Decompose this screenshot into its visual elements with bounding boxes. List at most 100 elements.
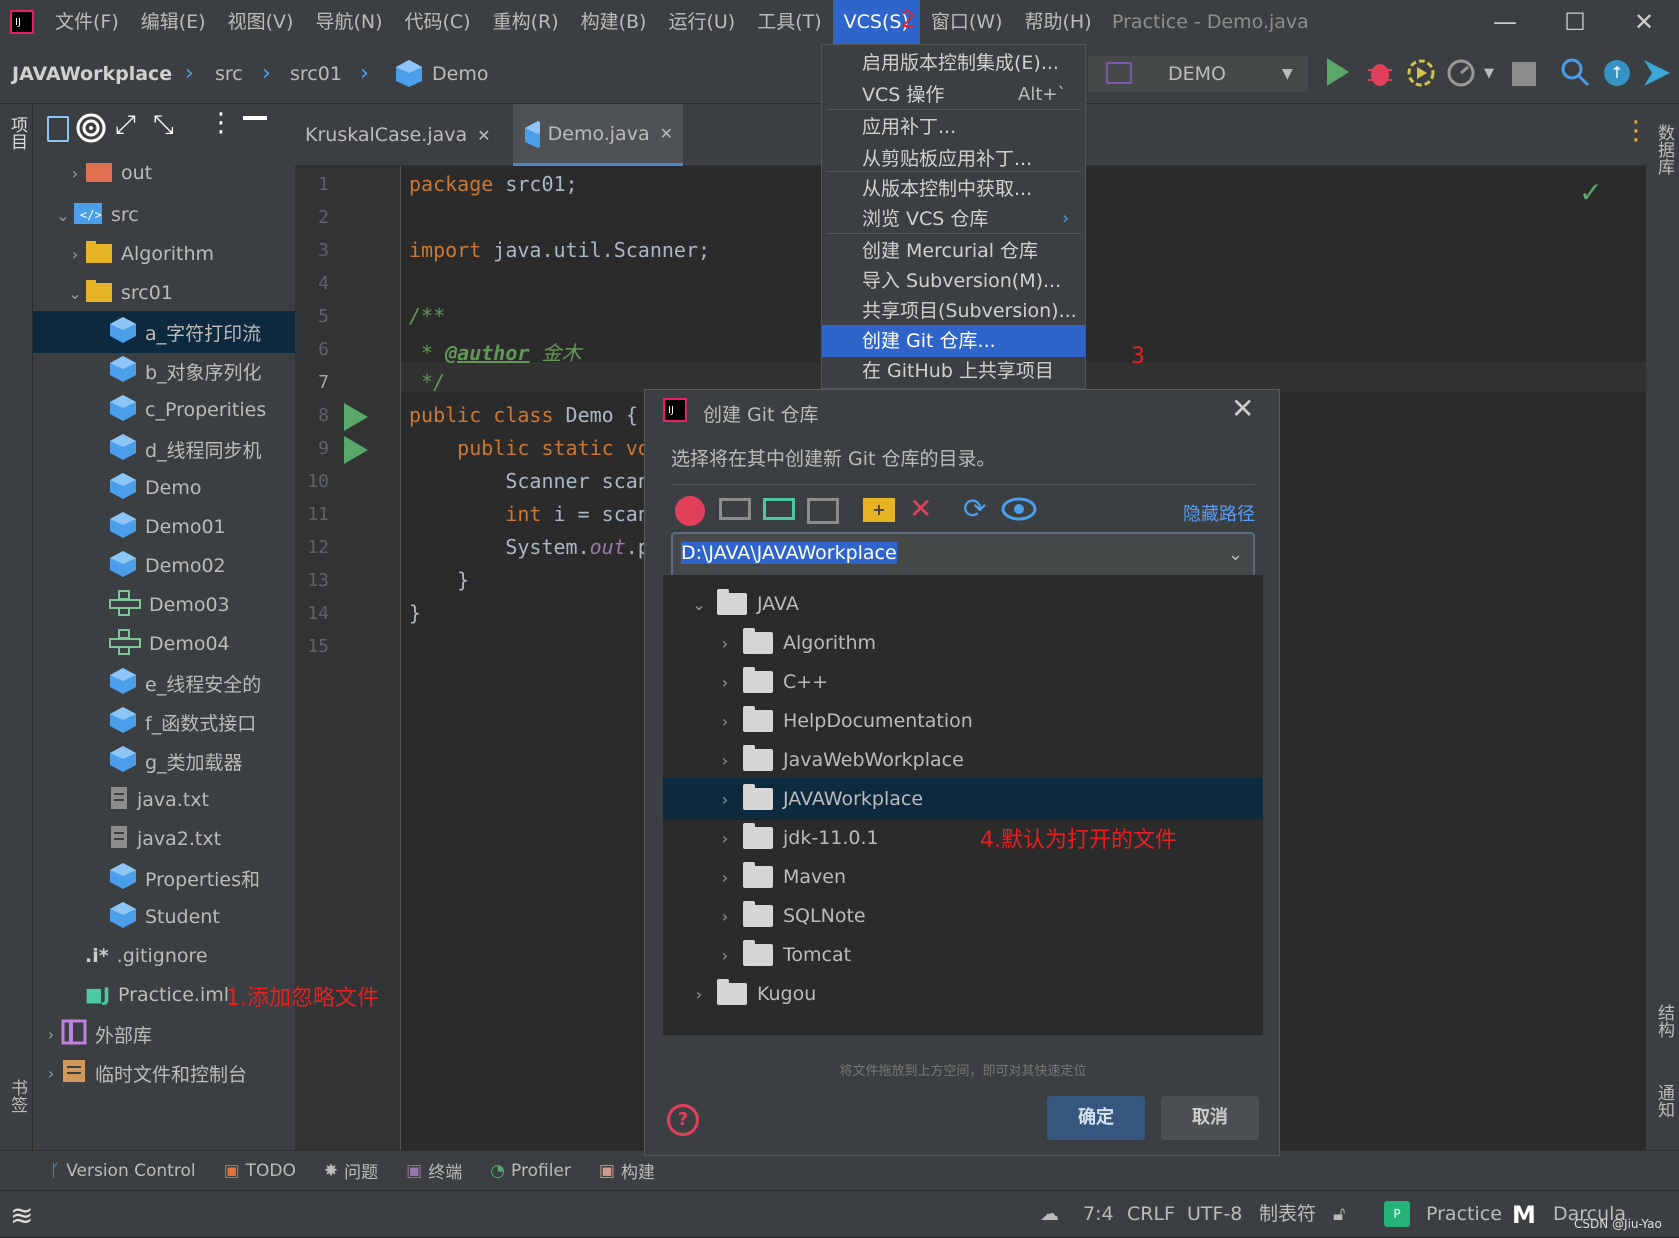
profiler-icon[interactable] bbox=[1446, 58, 1476, 92]
vcs-menu-item[interactable]: 在 GitHub 上共享项目 bbox=[822, 355, 1085, 387]
tree-item[interactable]: Demo04 bbox=[33, 623, 295, 665]
file-icon[interactable] bbox=[47, 116, 69, 142]
vcs-menu-item[interactable]: 创建 Mercurial 仓库 bbox=[822, 235, 1085, 267]
tree-item[interactable]: a_字符打印流 bbox=[33, 311, 295, 353]
breadcrumb-src01[interactable]: src01 bbox=[290, 44, 342, 104]
lock-icon[interactable]: 🔓︎ bbox=[1333, 1191, 1345, 1238]
tree-item[interactable]: › 外部库 bbox=[33, 1013, 295, 1055]
chevron-down-icon[interactable]: ⌄ bbox=[1228, 544, 1243, 565]
build-tab[interactable]: ▣ 构建 bbox=[599, 1158, 655, 1184]
tree-item[interactable]: ⌄ </> src bbox=[33, 194, 295, 236]
tree-item[interactable]: java.txt bbox=[33, 779, 295, 821]
tree-item[interactable]: e_线程安全的 bbox=[33, 662, 295, 704]
desktop-icon[interactable] bbox=[719, 498, 751, 520]
options-icon[interactable]: ⋮ bbox=[208, 108, 234, 138]
refresh-icon[interactable]: ⟳ bbox=[963, 492, 986, 525]
minimize-icon[interactable]: — bbox=[1470, 0, 1540, 44]
bookmarks-tool-tab[interactable]: 书签 bbox=[6, 1079, 27, 1113]
menu-file[interactable]: 文件(F) bbox=[44, 0, 130, 44]
expand-arrow-icon[interactable]: › bbox=[715, 673, 735, 692]
line-separator[interactable]: CRLF bbox=[1127, 1191, 1175, 1238]
project-dir-icon[interactable] bbox=[763, 498, 795, 520]
expand-arrow-icon[interactable]: › bbox=[65, 164, 85, 183]
hide-icon[interactable] bbox=[243, 116, 267, 120]
expand-arrow-icon[interactable]: › bbox=[689, 985, 709, 1004]
directory-tree[interactable]: ⌄ JAVA › Algorithm › C++ › HelpDocumentation › Ja… bbox=[663, 575, 1263, 1035]
expand-arrow-icon[interactable]: › bbox=[715, 907, 735, 926]
run-main-icon[interactable] bbox=[343, 435, 369, 469]
menu-tools[interactable]: 工具(T) bbox=[746, 0, 832, 44]
ok-button[interactable]: 确定 bbox=[1047, 1096, 1145, 1140]
tree-item[interactable]: Demo02 bbox=[33, 545, 295, 587]
tree-item[interactable]: c_Properities bbox=[33, 389, 295, 431]
tree-item[interactable]: Properties和 bbox=[33, 857, 295, 899]
tree-item[interactable]: d_线程同步机 bbox=[33, 428, 295, 470]
vcs-menu-item[interactable]: 从版本控制中获取... bbox=[822, 173, 1085, 205]
vcs-menu-item[interactable]: 应用补丁... bbox=[822, 111, 1085, 143]
vcs-menu-item[interactable]: 浏览 VCS 仓库 bbox=[822, 203, 1085, 235]
show-hidden-icon[interactable] bbox=[1001, 494, 1037, 528]
menu-code[interactable]: 代码(C) bbox=[393, 0, 481, 44]
dir-tree-item[interactable]: › SQLNote bbox=[663, 895, 1263, 937]
tree-item[interactable]: Student bbox=[33, 896, 295, 938]
menu-refactor[interactable]: 重构(R) bbox=[482, 0, 570, 44]
expand-arrow-icon[interactable]: › bbox=[65, 245, 85, 264]
tree-item[interactable]: b_对象序列化 bbox=[33, 350, 295, 392]
maximize-icon[interactable]: ☐ bbox=[1540, 0, 1610, 44]
vcs-menu-item[interactable]: 启用版本控制集成(E)... bbox=[822, 47, 1085, 79]
indent-setting[interactable]: 制表符 bbox=[1259, 1191, 1316, 1238]
cancel-button[interactable]: 取消 bbox=[1161, 1096, 1259, 1140]
tree-item[interactable]: › 临时文件和控制台 bbox=[33, 1052, 295, 1094]
expand-arrow-icon[interactable]: › bbox=[41, 1025, 61, 1044]
breadcrumb-demo[interactable]: Demo bbox=[432, 44, 488, 104]
menu-run[interactable]: 运行(U) bbox=[657, 0, 746, 44]
close-dialog-icon[interactable]: ✕ bbox=[1231, 392, 1254, 425]
collapse-icon[interactable]: ⤡ bbox=[153, 110, 174, 141]
hide-path-link[interactable]: 隐藏路径 bbox=[1183, 500, 1255, 526]
breadcrumb-project[interactable]: JAVAWorkplace bbox=[12, 44, 172, 104]
menu-navigate[interactable]: 导航(N) bbox=[304, 0, 393, 44]
sync-icon[interactable]: ☁ bbox=[1040, 1191, 1059, 1238]
home-icon[interactable] bbox=[675, 496, 705, 526]
expand-arrow-icon[interactable]: › bbox=[715, 829, 735, 848]
close-tab-icon[interactable]: ✕ bbox=[660, 124, 673, 143]
expand-arrow-icon[interactable]: › bbox=[715, 868, 735, 887]
notifications-tool-tab[interactable]: 通知 bbox=[1653, 1084, 1674, 1118]
close-window-icon[interactable]: ✕ bbox=[1609, 0, 1679, 44]
run-class-icon[interactable] bbox=[343, 402, 369, 436]
project-name[interactable]: Practice bbox=[1426, 1191, 1502, 1238]
tab-demo[interactable]: Demo.java ✕ bbox=[513, 104, 683, 166]
path-field-value[interactable]: D:\JAVA\JAVAWorkplace bbox=[681, 542, 897, 564]
project-tool-tab[interactable]: 项目 bbox=[6, 116, 27, 150]
dir-tree-item[interactable]: › Algorithm bbox=[663, 622, 1263, 664]
menu-window[interactable]: 窗口(W) bbox=[920, 0, 1014, 44]
profiler-tab[interactable]: ◔ Profiler bbox=[490, 1161, 571, 1181]
new-folder-icon[interactable]: + bbox=[863, 498, 895, 522]
tree-item[interactable]: Demo bbox=[33, 467, 295, 509]
terminal-tab[interactable]: ▣ 终端 bbox=[406, 1158, 462, 1184]
help-icon[interactable]: ? bbox=[667, 1104, 699, 1136]
dir-tree-item[interactable]: › JavaWebWorkplace bbox=[663, 739, 1263, 781]
file-encoding[interactable]: UTF-8 bbox=[1187, 1191, 1242, 1238]
vcs-menu-item[interactable]: 共享项目(Subversion)... bbox=[822, 295, 1085, 327]
dir-tree-item[interactable]: › Tomcat bbox=[663, 934, 1263, 976]
dir-tree-item[interactable]: › Kugou bbox=[663, 973, 1263, 1015]
expand-arrow-icon[interactable]: › bbox=[715, 712, 735, 731]
menu-help[interactable]: 帮助(H) bbox=[1014, 0, 1103, 44]
tree-item[interactable]: Demo03 bbox=[33, 584, 295, 626]
tree-item[interactable]: f_函数式接口 bbox=[33, 701, 295, 743]
menu-build[interactable]: 构建(B) bbox=[570, 0, 658, 44]
tree-item[interactable]: g_类加载器 bbox=[33, 740, 295, 782]
stop-icon[interactable] bbox=[1512, 62, 1536, 86]
todo-tab[interactable]: ▣ TODO bbox=[224, 1161, 296, 1181]
vcs-menu-item[interactable]: 创建 Git 仓库... bbox=[822, 325, 1085, 357]
close-tab-icon[interactable]: ✕ bbox=[477, 126, 490, 145]
structure-tool-tab[interactable]: 结构 bbox=[1653, 1004, 1674, 1038]
expand-arrow-icon[interactable]: ⌄ bbox=[53, 206, 73, 225]
delete-icon[interactable]: ✕ bbox=[909, 492, 932, 525]
breadcrumb-src[interactable]: src bbox=[215, 44, 243, 104]
run-icon[interactable] bbox=[1325, 56, 1351, 92]
coverage-icon[interactable] bbox=[1406, 58, 1436, 92]
version-control-tab[interactable]: ᚴ Version Control bbox=[50, 1161, 196, 1181]
expand-arrow-icon[interactable]: › bbox=[715, 790, 735, 809]
